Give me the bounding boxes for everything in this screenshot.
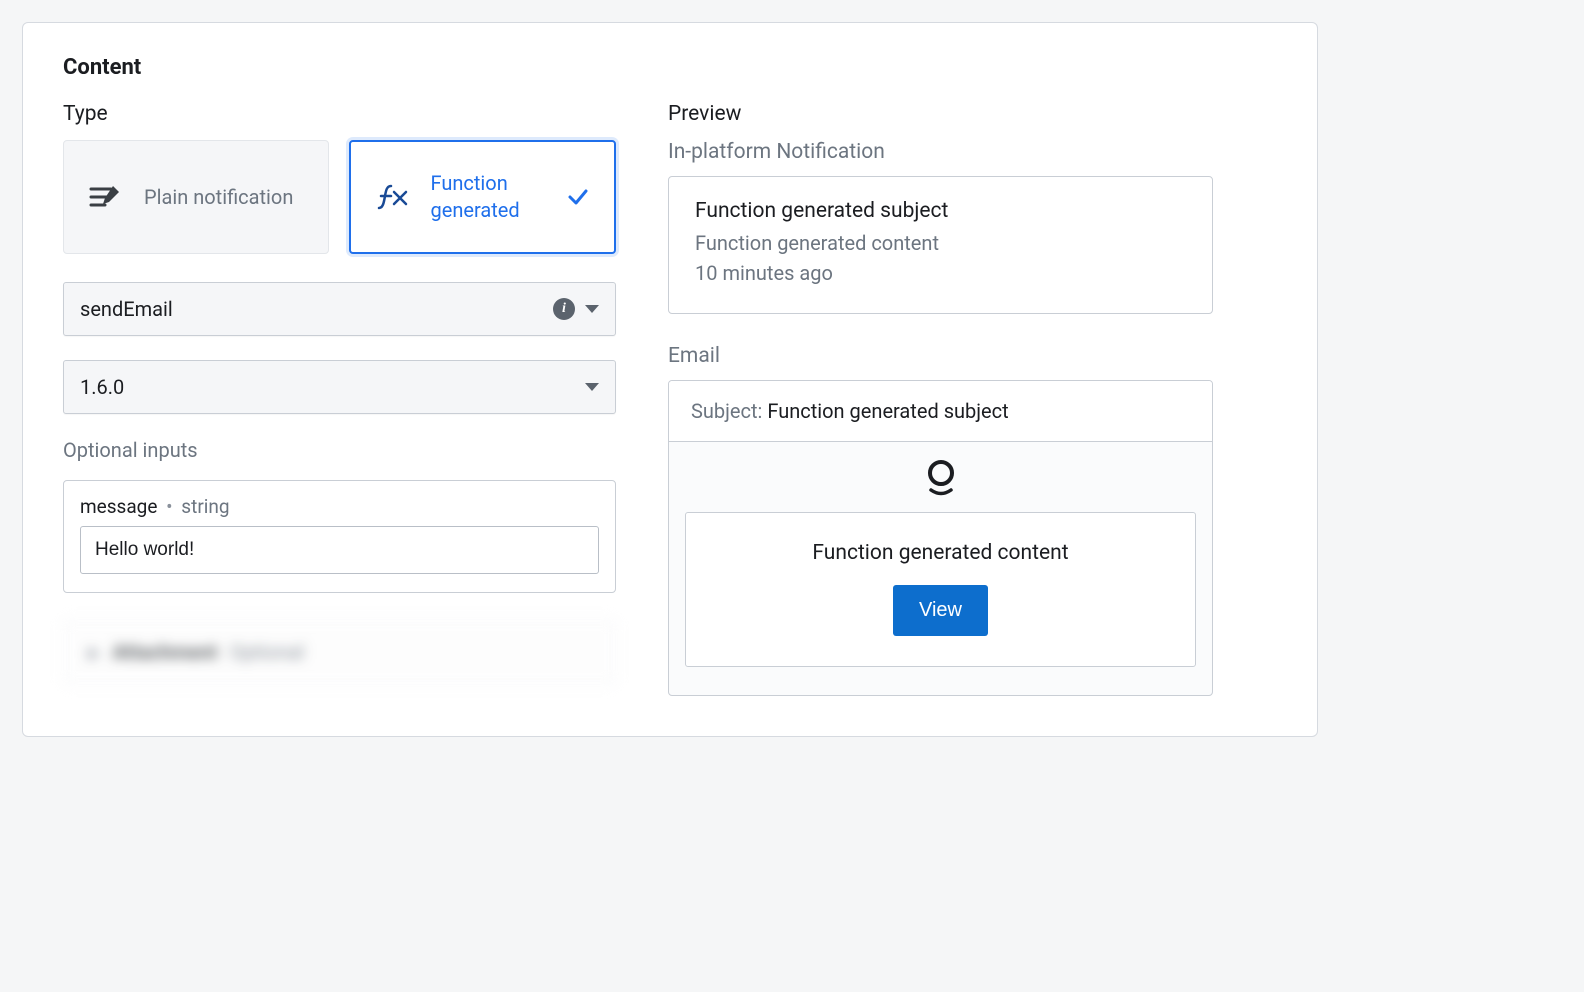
attachment-hint: Optional	[230, 640, 305, 664]
notification-content: Function generated content	[695, 231, 1186, 255]
separator-dot: •	[166, 495, 172, 518]
plain-text-icon	[86, 184, 126, 210]
chevron-down-icon	[585, 383, 599, 391]
message-input[interactable]	[80, 526, 599, 574]
chevron-down-icon	[585, 305, 599, 313]
type-option-plain-label: Plain notification	[144, 184, 306, 211]
attachment-label: Attachment	[112, 640, 217, 664]
email-header: Subject: Function generated subject	[669, 381, 1212, 442]
section-title: Content	[63, 55, 1277, 80]
info-icon[interactable]: i	[553, 298, 575, 320]
message-input-name: message	[80, 495, 157, 518]
email-subject-label: Subject:	[691, 399, 762, 423]
columns: Type Plain notification	[63, 102, 1277, 696]
message-input-meta: message • string	[80, 495, 599, 518]
email-content: Function generated content	[812, 541, 1068, 565]
email-subject: Function generated subject	[767, 399, 1008, 423]
notification-subject: Function generated subject	[695, 199, 1186, 223]
email-inner-card: Function generated content View	[685, 512, 1196, 667]
message-input-type: string	[181, 495, 229, 518]
email-label: Email	[668, 344, 1213, 368]
inplatform-label: In-platform Notification	[668, 140, 1213, 164]
optional-inputs-label: Optional inputs	[63, 438, 616, 462]
email-preview: Subject: Function generated subject Func…	[668, 380, 1213, 696]
function-select[interactable]: sendEmail i	[63, 282, 616, 336]
type-option-function[interactable]: Function generated	[349, 140, 617, 254]
column-right: Preview In-platform Notification Functio…	[668, 102, 1213, 696]
type-option-function-label: Function generated	[431, 170, 549, 224]
message-input-card: message • string	[63, 480, 616, 593]
version-select-actions	[585, 383, 599, 391]
function-select-actions: i	[553, 298, 599, 320]
type-label: Type	[63, 102, 616, 126]
attachment-card-blurred: ▶ Attachment Optional	[63, 619, 616, 685]
content-panel: Content Type Plain notification	[22, 22, 1318, 737]
type-option-plain[interactable]: Plain notification	[63, 140, 329, 254]
email-body: Function generated content View	[669, 442, 1212, 695]
notification-preview: Function generated subject Function gene…	[668, 176, 1213, 314]
version-select-value: 1.6.0	[80, 375, 124, 399]
version-select[interactable]: 1.6.0	[63, 360, 616, 414]
function-select-value: sendEmail	[80, 297, 173, 321]
check-icon	[566, 185, 592, 209]
chevron-right-icon: ▶	[88, 643, 100, 662]
view-button[interactable]: View	[893, 585, 988, 636]
preview-label: Preview	[668, 102, 1213, 126]
function-icon	[373, 182, 413, 212]
column-left: Type Plain notification	[63, 102, 616, 696]
platform-logo-icon	[923, 458, 959, 498]
type-options: Plain notification Function generated	[63, 140, 616, 254]
notification-time: 10 minutes ago	[695, 261, 1186, 285]
